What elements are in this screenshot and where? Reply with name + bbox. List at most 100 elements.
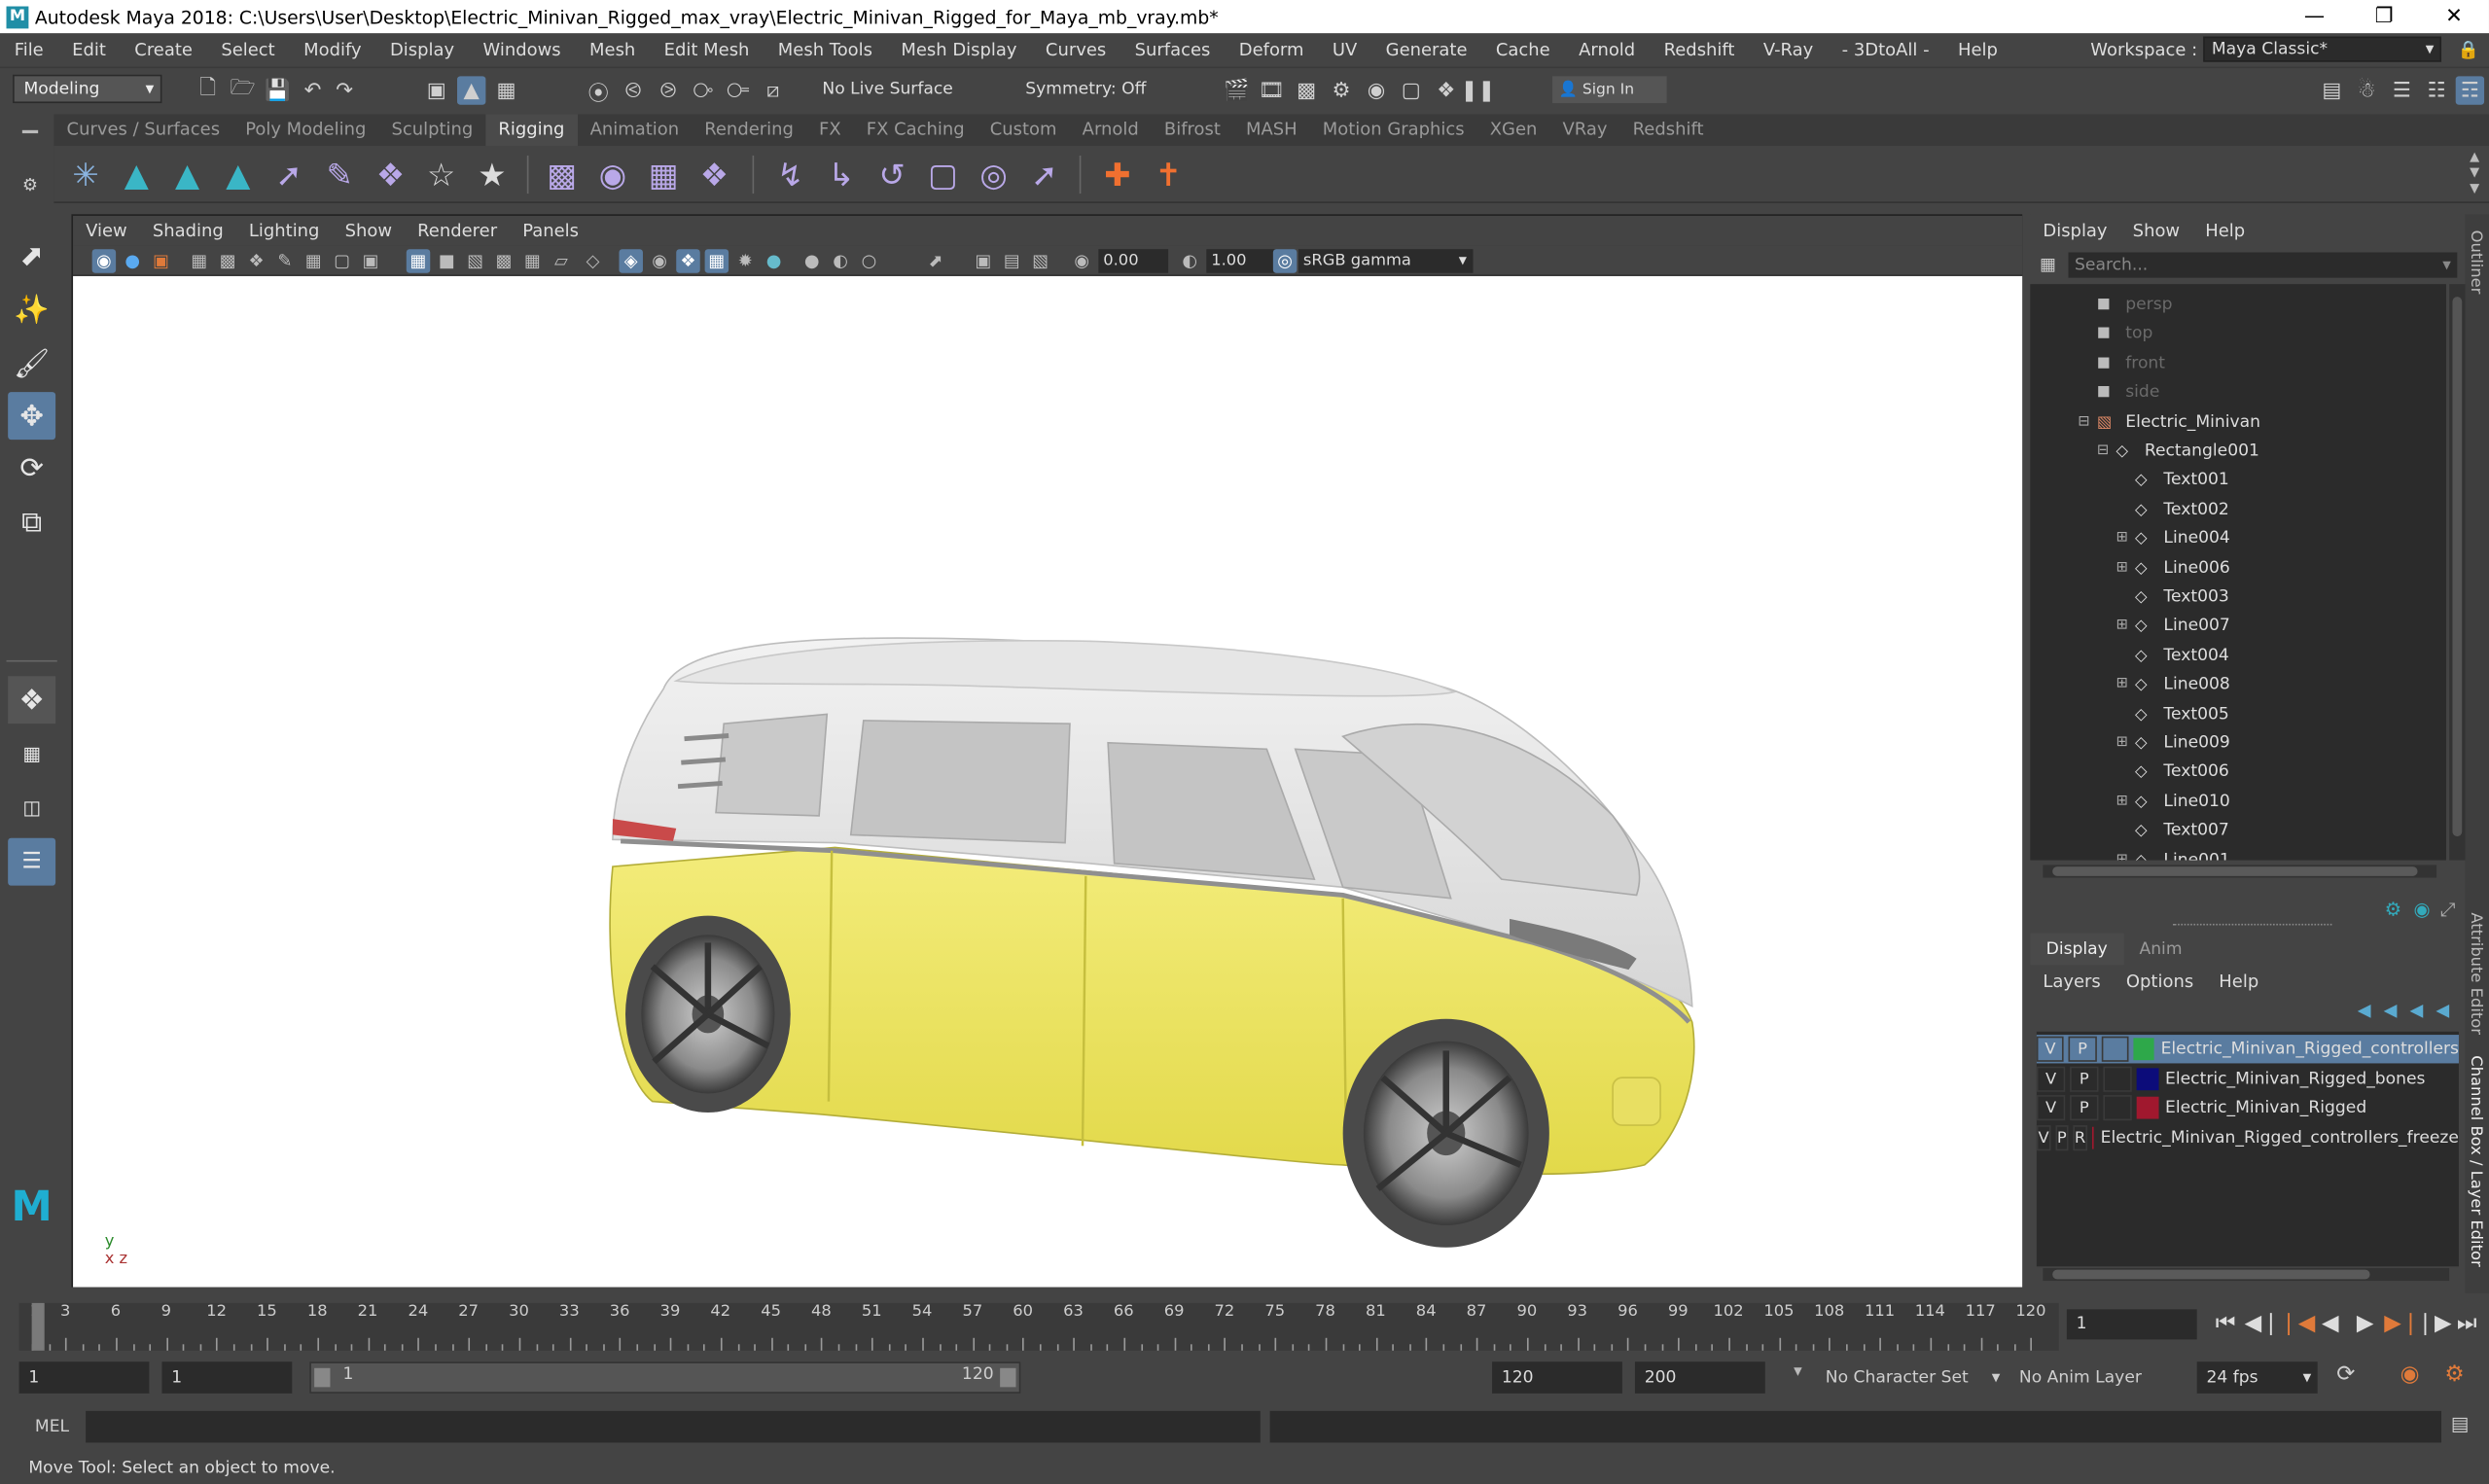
layer-menu-options[interactable]: Options [2114, 971, 2206, 991]
layer-editor-options-icon[interactable]: ⚙ [2385, 899, 2402, 921]
shelf-tab-vray[interactable]: VRay [1549, 115, 1619, 147]
use-default-material-icon[interactable]: ▧ [464, 249, 487, 272]
layer-v-toggle[interactable]: V [2036, 1124, 2051, 1150]
outliner-horizontal-scrollbar[interactable] [2043, 865, 2437, 878]
layer-r-toggle[interactable] [2103, 1065, 2132, 1091]
timeline-bar[interactable]: 1369121518212427303336394245485154576063… [18, 1302, 2059, 1351]
mirror-joint-icon[interactable]: ✎ [317, 153, 362, 197]
attribute-editor-toggle-icon[interactable]: ☰ [2388, 76, 2416, 104]
ik-handle-icon[interactable]: ▲ [115, 153, 160, 197]
shelf-tab-xgen[interactable]: XGen [1477, 115, 1550, 147]
layer-v-toggle[interactable]: V [2036, 1065, 2066, 1091]
playback-end-field[interactable]: 120 [1492, 1361, 1622, 1394]
outliner-item[interactable]: ◇ Text005 [2116, 699, 2229, 727]
parent-constraint-icon[interactable]: ↯ [768, 153, 813, 197]
outliner-item[interactable]: ◇ Text006 [2116, 758, 2229, 786]
bind-skin-icon[interactable]: ▩ [540, 153, 585, 197]
gamma-field[interactable]: 1.00 [1206, 249, 1277, 273]
workspace-dropdown[interactable]: Maya Classic* ▾ [2203, 36, 2442, 62]
expand-icon[interactable]: ⊞ [2116, 618, 2131, 633]
menu-deform[interactable]: Deform [1225, 39, 1318, 59]
expand-icon[interactable]: ⊞ [2116, 735, 2131, 751]
layer-color-swatch[interactable] [2136, 1096, 2159, 1119]
layer-p-toggle[interactable]: P [2055, 1124, 2069, 1150]
paint-weights-icon[interactable]: ◉ [590, 153, 635, 197]
hik-character-icon[interactable]: ★ [470, 153, 515, 197]
character-set-dropdown-icon[interactable]: ▾ [1794, 1361, 1802, 1381]
lock-icon[interactable]: 🔒 [2458, 39, 2479, 59]
select-component-icon[interactable]: ▦ [492, 76, 520, 104]
outliner-layout-icon[interactable]: ☰ [8, 837, 56, 886]
modeling-toolkit-icon[interactable]: ▤ [2318, 76, 2346, 104]
menu-edit-mesh[interactable]: Edit Mesh [650, 39, 764, 59]
command-language-toggle[interactable]: MEL [35, 1411, 69, 1443]
viewport-menu-show[interactable]: Show [333, 221, 406, 241]
snap-view-icon[interactable]: ⧂ [689, 76, 717, 104]
shelf-tab-motion-graphics[interactable]: Motion Graphics [1310, 115, 1477, 147]
xray-joints-icon[interactable]: ▦ [704, 249, 729, 273]
select-by-icon[interactable]: ⬈ [924, 249, 947, 272]
go-to-start-icon[interactable]: ⏮ [2210, 1309, 2242, 1339]
move-tool-icon[interactable]: ✥ [8, 392, 56, 441]
shelf-tab-fx[interactable]: FX [806, 115, 854, 147]
motion-blur-icon[interactable]: ● [762, 249, 785, 272]
snap-live-icon[interactable]: ⧄ [759, 76, 787, 104]
vray-render-icon[interactable]: ▢ [1397, 76, 1425, 104]
smooth-shade-icon[interactable]: ■ [435, 249, 458, 272]
two-d-pan-icon[interactable]: ❖ [244, 249, 267, 272]
anim-layer-dropdown[interactable]: No Anim Layer [2019, 1361, 2168, 1394]
bookmarks-icon[interactable]: ▦ [188, 249, 211, 272]
viewport-menu-shading[interactable]: Shading [140, 221, 236, 241]
wireframe-icon[interactable]: ▦ [406, 249, 431, 273]
shelf-tab-rigging[interactable]: Rigging [485, 114, 578, 147]
layer-editor-help-icon[interactable]: ◉ [2413, 899, 2430, 921]
select-object-icon[interactable]: ▲ [457, 76, 486, 105]
outliner-item[interactable]: ◇ Text001 [2116, 466, 2229, 494]
live-surface-field[interactable]: No Live Surface [815, 76, 976, 104]
view-transform-dropdown[interactable]: sRGB gamma ▾ [1298, 249, 1474, 273]
collapse-icon[interactable]: ⊟ [2078, 413, 2093, 429]
menu-file[interactable]: File [0, 39, 57, 59]
viewport-menu-panels[interactable]: Panels [510, 221, 591, 241]
current-time-marker[interactable] [31, 1302, 45, 1351]
menu-create[interactable]: Create [121, 39, 207, 59]
render-view-icon[interactable]: ▤ [1000, 249, 1023, 272]
tab-anim-layers[interactable]: Anim [2123, 939, 2198, 959]
four-view-layout-icon[interactable]: ▦ [8, 730, 55, 778]
viewport-menu-view[interactable]: View [73, 221, 140, 241]
layer-p-toggle[interactable]: P [2070, 1065, 2099, 1091]
tab-attribute-editor[interactable]: Attribute Editor [2467, 912, 2484, 1035]
select-hierarchy-icon[interactable]: ▣ [422, 76, 450, 104]
menu-display[interactable]: Display [375, 39, 469, 59]
menu-edit[interactable]: Edit [57, 39, 120, 59]
vray-ipr-icon[interactable]: ❖ [1432, 76, 1460, 104]
layer-v-toggle[interactable]: V [2036, 1095, 2066, 1121]
grease-pencil-icon[interactable]: ✎ [273, 249, 297, 272]
command-input[interactable] [86, 1410, 1261, 1443]
shelf-scroll-icon[interactable]: ▲ ▼ ▼ [2470, 149, 2479, 196]
hypershade-panel-icon[interactable]: ▣ [972, 249, 995, 272]
snap-grid-icon[interactable]: ⦿ [585, 76, 613, 105]
outliner-item[interactable]: ◇ Text002 [2116, 495, 2229, 523]
tool-settings-icon[interactable]: ☷ [2422, 76, 2450, 104]
tab-display-layers[interactable]: Display [2030, 933, 2124, 966]
channel-box-toggle-icon[interactable]: ☶ [2455, 76, 2485, 105]
3d-scene[interactable]: y x z [73, 275, 2023, 1288]
maximize-button[interactable]: ❐ [2349, 5, 2419, 28]
ik-spline-icon[interactable]: ▲ [165, 153, 210, 197]
outliner-item[interactable]: ◇ Text004 [2116, 641, 2229, 669]
shelf-tab-bifrost[interactable]: Bifrost [1152, 115, 1233, 147]
new-layer-from-selection-icon[interactable]: ◀ [2436, 1000, 2449, 1020]
shelf-tab-rendering[interactable]: Rendering [692, 115, 806, 147]
frame-all-icon[interactable]: ▧ [1029, 249, 1052, 272]
aim-constraint-icon[interactable]: ◎ [972, 153, 1016, 197]
outliner-item[interactable]: ⊞ ◇ Line009 [2116, 728, 2229, 757]
outliner-item[interactable]: ⊟ ◇ Rectangle001 [2097, 437, 2259, 465]
render-frame-icon[interactable]: 🎬 [1223, 76, 1251, 104]
menu-uv[interactable]: UV [1318, 39, 1371, 59]
ipr-render-icon[interactable]: ▩ [1292, 76, 1320, 104]
layer-r-toggle[interactable]: R [2073, 1124, 2087, 1150]
grid-toggle-icon[interactable]: ▦ [302, 249, 325, 272]
menu-mesh-display[interactable]: Mesh Display [887, 39, 1032, 59]
paint-select-icon[interactable]: 🖌 [8, 339, 55, 387]
